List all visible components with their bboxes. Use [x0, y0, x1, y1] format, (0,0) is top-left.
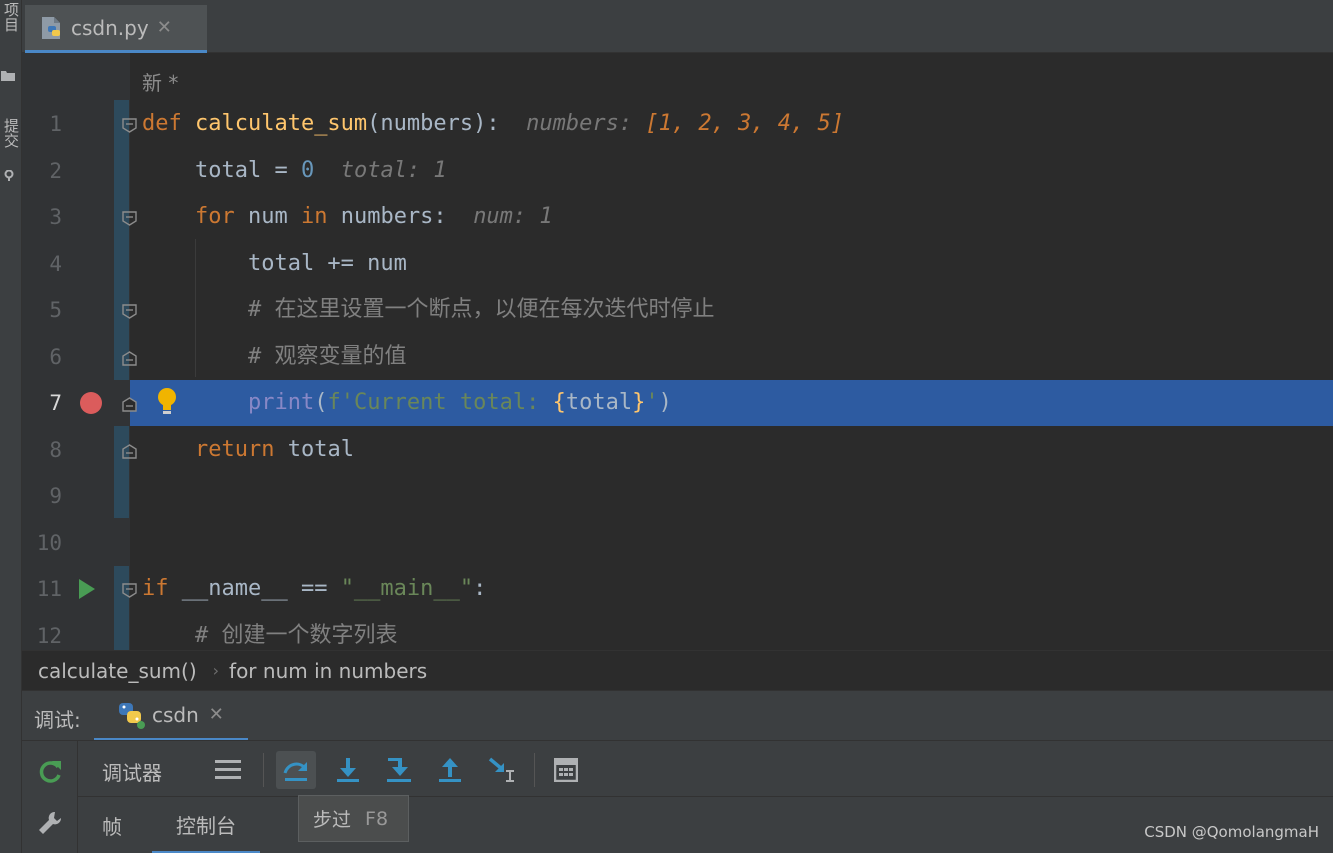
tab-console-label: 控制台 [176, 813, 236, 838]
editor-tab-bar: csdn.py ✕ [22, 0, 1333, 53]
code-line-3[interactable]: 3 for num in numbers: num: 1 [22, 194, 1333, 240]
code-text: total += num [142, 251, 407, 276]
line-number: 1 [49, 112, 62, 136]
code-editor[interactable]: 新 * 1 def calculate_sum(numbers): number… [22, 53, 1333, 650]
line-number: 2 [49, 159, 62, 183]
left-tool-stripe: 项目 提交 [0, 0, 22, 853]
code-text: print(f'Current total: {total}') [247, 390, 672, 415]
code-text: # 观察变量的值 [247, 344, 407, 369]
python-file-icon [42, 16, 60, 39]
step-out-icon [439, 758, 461, 782]
line-number: 5 [49, 298, 62, 322]
code-text: return total [194, 437, 354, 462]
commit-icon [4, 170, 14, 181]
fold-end-icon[interactable] [122, 397, 137, 412]
step-out-button[interactable] [430, 751, 470, 789]
layout-menu-button[interactable] [208, 751, 248, 789]
code-text: # 在这里设置一个断点，以便在每次迭代时停止 [247, 297, 715, 322]
code-text: def calculate_sum(numbers): numbers: [1,… [142, 111, 845, 136]
debug-tool-window: 调试器 帧 控制台 [22, 740, 1333, 853]
breadcrumb-item-function[interactable]: calculate_sum() [38, 659, 197, 683]
step-into-my-code-icon [387, 758, 411, 782]
line-number: 3 [49, 205, 62, 229]
debug-tool-window-header: 调试: csdn ✕ [22, 690, 1333, 741]
breadcrumb-item-loop[interactable]: for num in numbers [229, 659, 427, 683]
toolbar-separator [534, 753, 535, 787]
commit-tab-label: 提交 [2, 118, 20, 148]
run-to-cursor-icon [488, 757, 514, 782]
folder-icon [1, 71, 15, 81]
breadcrumb-separator-icon: › [212, 661, 220, 680]
code-text: total = 0 total: 1 [142, 158, 447, 183]
code-line-11[interactable]: 11 if __name__ == "__main__": [22, 566, 1333, 612]
code-line-5[interactable]: 5 # 在这里设置一个断点，以便在每次迭代时停止 [22, 287, 1333, 333]
editor-tab-csdn-py[interactable]: csdn.py ✕ [25, 5, 207, 53]
breadcrumb: calculate_sum() › for num in numbers [22, 650, 1333, 690]
step-over-tooltip: 步过 F8 [298, 795, 409, 842]
line-number: 7 [49, 391, 62, 415]
step-into-icon [337, 758, 359, 782]
code-text: for num in numbers: num: 1 [194, 204, 553, 229]
editor-tab-filename: csdn.py [71, 15, 149, 40]
code-text: if __name__ == "__main__": [142, 576, 487, 601]
step-into-button[interactable] [328, 751, 368, 789]
commit-tool-tab[interactable]: 提交 [0, 116, 22, 192]
breakpoint-icon[interactable] [80, 392, 102, 414]
debug-title: 调试: [34, 708, 81, 732]
tab-frames-label: 帧 [102, 815, 122, 839]
project-tool-tab[interactable]: 项目 [0, 0, 22, 90]
debugger-toolbar: 调试器 [78, 741, 1333, 797]
debug-session-name: csdn [152, 702, 199, 727]
toolbar-separator [263, 753, 264, 787]
code-line-6[interactable]: 6 # 观察变量的值 [22, 334, 1333, 380]
calculator-icon [554, 758, 578, 782]
code-line-9[interactable]: 9 [22, 473, 1333, 519]
code-line-2[interactable]: 2 total = 0 total: 1 [22, 148, 1333, 194]
line-number: 11 [36, 577, 62, 601]
line-number: 4 [49, 252, 62, 276]
tab-frames[interactable]: 帧 [102, 797, 122, 853]
line-number: 6 [49, 345, 62, 369]
wrench-settings-icon[interactable] [36, 809, 64, 837]
fold-open-icon[interactable] [122, 211, 137, 226]
code-line-4[interactable]: 4 total += num [22, 241, 1333, 287]
fold-open-icon[interactable] [122, 304, 137, 319]
line-number: 10 [36, 531, 62, 555]
tooltip-shortcut: F8 [365, 807, 389, 830]
hamburger-menu-icon [215, 760, 241, 779]
run-to-cursor-button[interactable] [482, 751, 522, 789]
code-text: # 创建一个数字列表 [194, 623, 398, 648]
step-into-my-code-button[interactable] [379, 751, 419, 789]
run-arrow-icon[interactable] [79, 579, 95, 599]
code-line-7-execution-point[interactable]: 7 print(f'Current total: {total}') [22, 380, 1333, 426]
fold-end-icon[interactable] [122, 444, 137, 459]
close-debug-session-icon[interactable]: ✕ [209, 704, 224, 725]
tab-console[interactable]: 控制台 [152, 797, 260, 853]
step-over-icon [283, 762, 308, 781]
project-tab-label: 项目 [2, 2, 20, 32]
tooltip-text: 步过 [313, 809, 352, 831]
evaluate-expression-button[interactable] [546, 751, 586, 789]
python-run-config-icon [119, 702, 145, 729]
step-over-button[interactable] [276, 751, 316, 789]
new-code-hint: 新 * [142, 71, 179, 95]
fold-end-icon[interactable] [122, 351, 137, 366]
line-number: 12 [36, 624, 62, 648]
code-line-8[interactable]: 8 return total [22, 427, 1333, 473]
fold-open-icon[interactable] [122, 583, 137, 598]
watermark: CSDN @QomolangmaH [1144, 823, 1319, 841]
fold-open-icon[interactable] [122, 118, 137, 133]
close-tab-icon[interactable]: ✕ [157, 17, 172, 38]
code-line-12[interactable]: 12 # 创建一个数字列表 [22, 613, 1333, 650]
line-number: 9 [49, 484, 62, 508]
rerun-icon[interactable] [36, 757, 64, 785]
debugger-tab[interactable]: 调试器 [102, 757, 162, 786]
line-number: 8 [49, 438, 62, 462]
code-line-1[interactable]: 1 def calculate_sum(numbers): numbers: [… [22, 101, 1333, 147]
debug-session-tab-csdn[interactable]: csdn ✕ [94, 691, 248, 741]
debug-side-toolbar [22, 741, 78, 853]
code-line-10[interactable]: 10 [22, 520, 1333, 566]
